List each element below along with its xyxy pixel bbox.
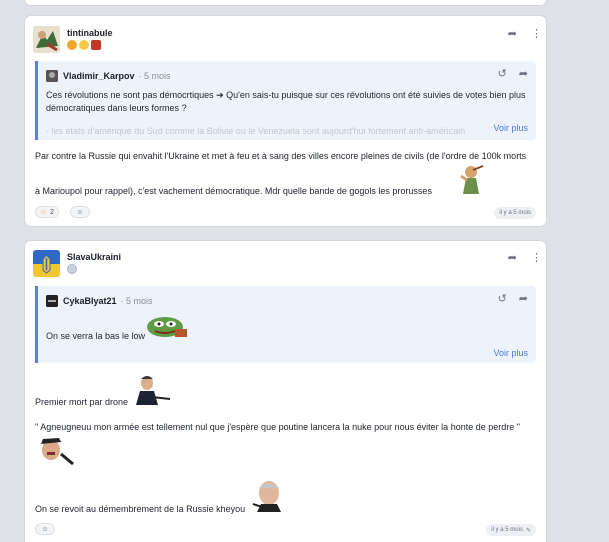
reaction-button[interactable]: ☺ 2 xyxy=(35,206,59,218)
star-badge-icon xyxy=(67,40,77,50)
post-timestamp: il y a 5 mois xyxy=(494,207,536,219)
username[interactable]: SlavaUkraini xyxy=(67,252,121,262)
avatar-image xyxy=(33,26,60,53)
edit-pencil-icon: ✎ xyxy=(525,527,531,534)
timestamp-text: il y a 5 mois xyxy=(491,527,523,533)
post-header-actions: ➦ ⋮ xyxy=(508,27,542,40)
shield-badge-icon xyxy=(67,264,77,274)
quote-username[interactable]: CykaBlyat21 xyxy=(63,296,117,306)
post-text-line: On se revoit au démembrement de la Russi… xyxy=(35,504,246,514)
quoted-message: CykaBlyat21 · 5 mois ↺ ➦ On se verra la … xyxy=(35,286,536,363)
laugh-emoji-icon: ☺ xyxy=(40,208,48,216)
post-text-line: Premier mort par drone xyxy=(35,397,129,407)
add-emoji-icon: ☺ xyxy=(41,525,49,533)
more-icon[interactable]: ⋮ xyxy=(531,27,542,40)
post-header-actions: ➦ ⋮ xyxy=(508,251,542,264)
quote-time: · 5 mois xyxy=(120,296,153,306)
more-icon[interactable]: ⋮ xyxy=(531,251,542,264)
quote-time: · 5 mois xyxy=(138,71,171,81)
post-card: tintinabule ➦ ⋮ Vladimir_Karpov · 5 mois… xyxy=(25,16,546,226)
previous-post-card xyxy=(25,0,546,5)
post-text-line: Par contre la Russie qui envahit l'Ukrai… xyxy=(35,151,527,161)
add-reaction-button[interactable]: ☺ xyxy=(70,206,90,218)
user-badges xyxy=(67,264,77,274)
timestamp-text: il y a 5 mois xyxy=(499,210,531,216)
quote-actions: ↺ ➦ xyxy=(498,67,528,80)
user-badges xyxy=(67,40,101,50)
share-icon[interactable]: ➦ xyxy=(519,292,528,305)
share-icon[interactable]: ➦ xyxy=(519,67,528,80)
quote-username[interactable]: Vladimir_Karpov xyxy=(63,71,135,81)
post-timestamp: il y a 5 mois ✎ xyxy=(486,524,536,536)
quote-avatar[interactable] xyxy=(46,295,58,307)
post-text-line: à Marioupol pour rappel), c'est vachemen… xyxy=(35,186,432,196)
share-icon[interactable]: ➦ xyxy=(508,27,517,40)
flag-badge-icon xyxy=(91,40,101,50)
add-emoji-icon: ☺ xyxy=(76,208,84,216)
pepe-sticker xyxy=(145,315,189,339)
history-icon[interactable]: ↺ xyxy=(498,292,507,305)
smiley-badge-icon xyxy=(79,40,89,50)
quote-faded-text: - les états d'amérique du Sud comme la B… xyxy=(46,126,466,136)
quote-actions: ↺ ➦ xyxy=(498,292,528,305)
see-more-link[interactable]: Voir plus xyxy=(489,123,528,133)
reaction-count: 2 xyxy=(50,208,55,216)
see-more-link[interactable]: Voir plus xyxy=(493,348,528,358)
avatar-image xyxy=(33,250,60,277)
user-avatar[interactable] xyxy=(33,26,60,53)
quote-text: On se verra la bas le low xyxy=(46,331,146,341)
history-icon[interactable]: ↺ xyxy=(498,67,507,80)
share-icon[interactable]: ➦ xyxy=(508,251,517,264)
post-text-line: " Agneugneuu mon armée est tellement nul… xyxy=(35,422,520,432)
sticker-image xyxy=(132,373,172,405)
user-avatar[interactable] xyxy=(33,250,60,277)
sticker-image xyxy=(457,162,485,194)
quoted-message: Vladimir_Karpov · 5 mois ↺ ➦ Ces révolut… xyxy=(35,61,536,140)
add-reaction-button[interactable]: ☺ xyxy=(35,523,55,535)
username[interactable]: tintinabule xyxy=(67,28,113,38)
sticker-image xyxy=(35,434,75,466)
sticker-image xyxy=(247,480,287,512)
quote-text: Ces révolutions ne sont pas démocrtiques… xyxy=(46,90,526,113)
post-card: SlavaUkraini ➦ ⋮ CykaBlyat21 · 5 mois ↺ … xyxy=(25,241,546,542)
quote-avatar[interactable] xyxy=(46,70,58,82)
